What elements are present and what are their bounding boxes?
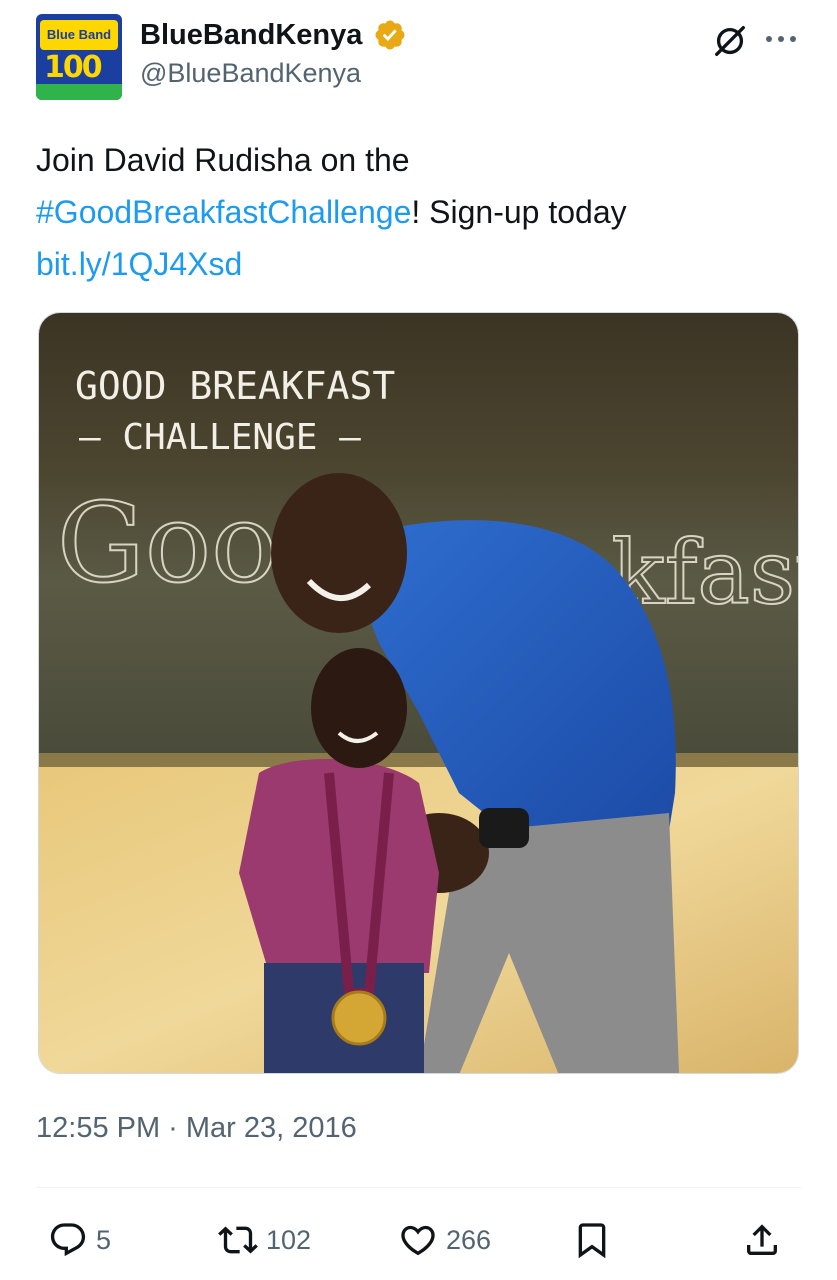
bookmark-icon: [578, 1223, 606, 1259]
photo-canvas: GOOD BREAKFAST – CHALLENGE – Good akfast: [39, 313, 798, 1073]
reply-count: 5: [96, 1224, 112, 1255]
verified-badge-icon[interactable]: [373, 18, 407, 52]
reply-icon: [50, 1223, 86, 1257]
avatar-logo-text: Blue Band: [40, 20, 118, 50]
retweet-icon: [218, 1226, 258, 1254]
bookmark-button[interactable]: [572, 1212, 612, 1268]
url-link[interactable]: bit.ly/1QJ4Xsd: [36, 246, 242, 282]
gold-medal: [331, 990, 387, 1046]
retweet-button[interactable]: 102: [218, 1212, 311, 1268]
like-button[interactable]: 266: [398, 1212, 491, 1268]
boy-head: [311, 648, 407, 768]
heart-icon: [401, 1225, 435, 1256]
more-options-icon[interactable]: [761, 24, 801, 54]
action-bar: 5 102 266: [36, 1212, 801, 1272]
tweet-photo[interactable]: GOOD BREAKFAST – CHALLENGE – Good akfast: [38, 312, 799, 1074]
author-names: BlueBandKenya @BlueBandKenya: [140, 18, 407, 89]
grok-icon[interactable]: [711, 22, 749, 60]
tweet-timestamp[interactable]: 12:55 PM · Mar 23, 2016: [36, 1112, 357, 1145]
handle[interactable]: @BlueBandKenya: [140, 58, 407, 89]
share-icon: [747, 1224, 777, 1255]
avatar-logo-number: 100: [44, 50, 103, 85]
overlay-title-line1: GOOD BREAKFAST: [75, 364, 395, 408]
overlay-title-line2: – CHALLENGE –: [79, 417, 361, 458]
avatar-logo-strip: [36, 84, 122, 100]
hashtag-link[interactable]: #GoodBreakfastChallenge: [36, 194, 411, 230]
tweet-text: Join David Rudisha on the #GoodBreakfast…: [36, 134, 806, 290]
board-ledge: [39, 753, 798, 767]
tweet-text-line1: Join David Rudisha on the: [36, 142, 410, 178]
reply-button[interactable]: 5: [48, 1212, 111, 1268]
tweet-text-after-hashtag: ! Sign-up today: [411, 194, 627, 230]
divider: [36, 1187, 801, 1188]
man-wristwatch: [479, 808, 529, 848]
avatar[interactable]: Blue Band 100: [36, 14, 122, 100]
display-name[interactable]: BlueBandKenya: [140, 19, 362, 52]
tweet-header: Blue Band 100 BlueBandKenya @BlueBandKen…: [36, 14, 801, 104]
retweet-count: 102: [266, 1224, 312, 1255]
share-button[interactable]: [742, 1212, 782, 1268]
man-head: [271, 473, 407, 633]
like-count: 266: [446, 1224, 492, 1255]
